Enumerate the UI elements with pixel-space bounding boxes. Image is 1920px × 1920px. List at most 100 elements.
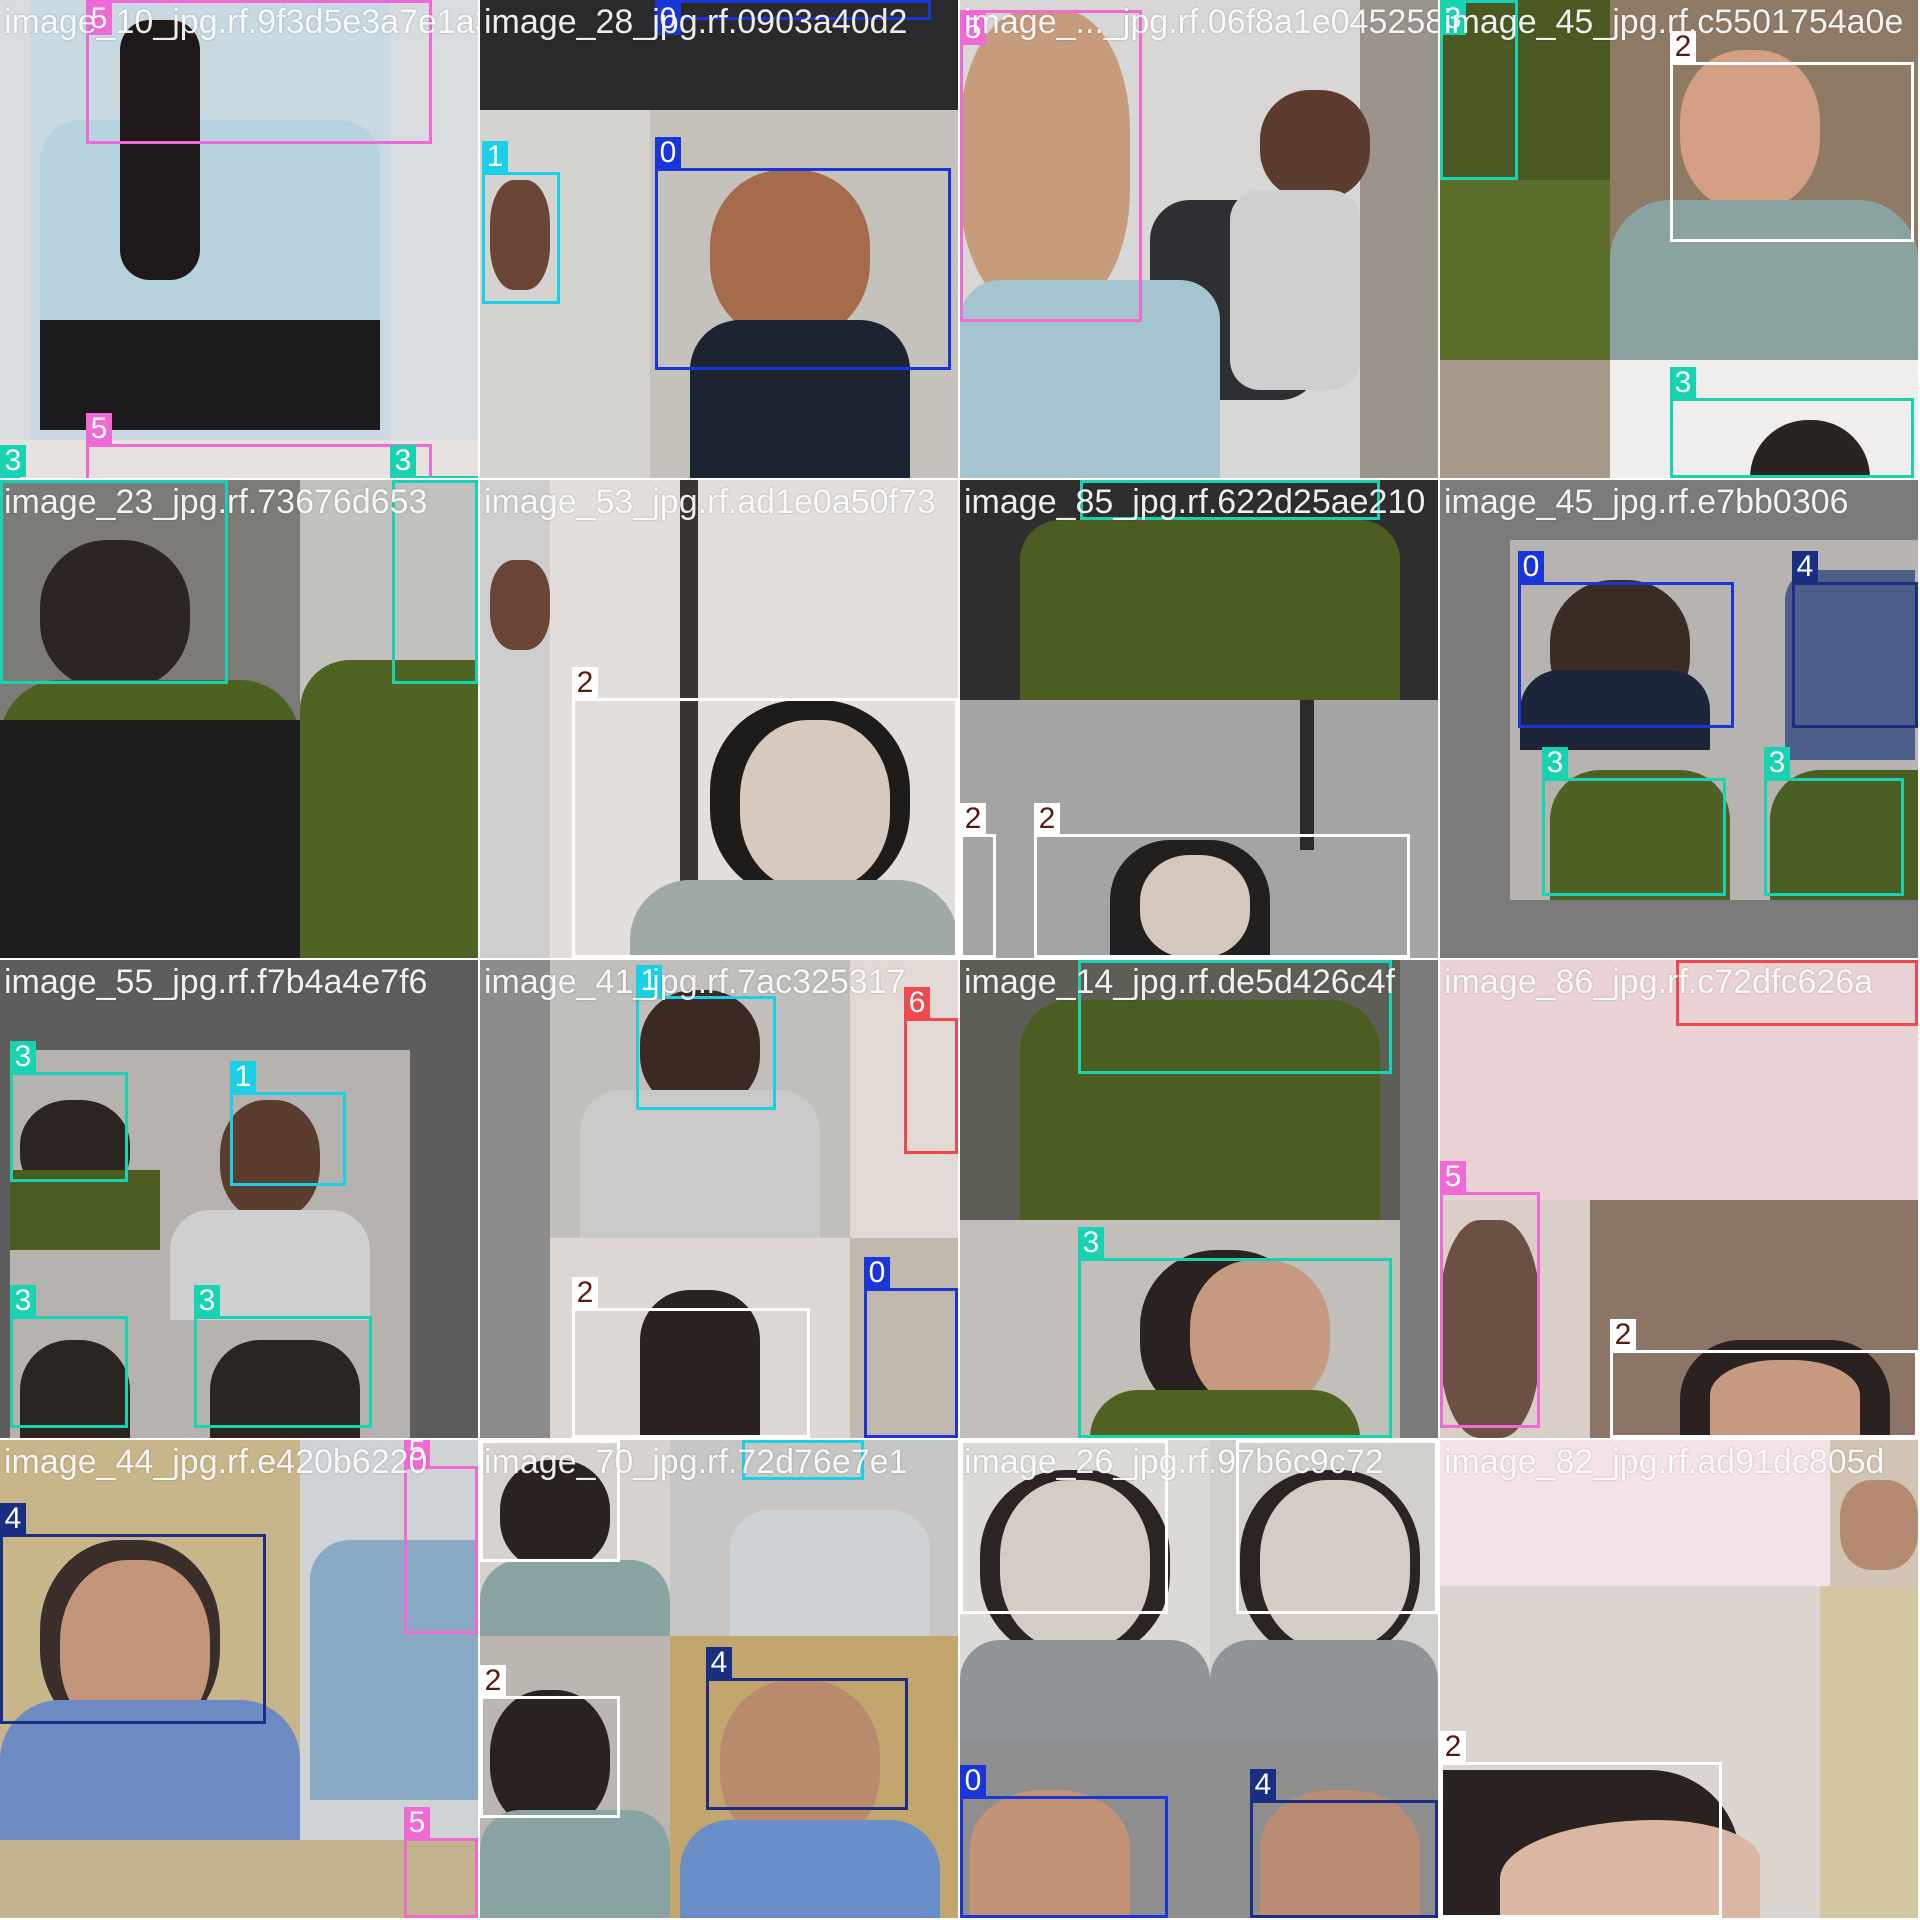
class-label: 3 <box>10 1041 36 1073</box>
class-label: 1 <box>230 1061 256 1093</box>
class-label: 2 <box>572 667 598 699</box>
class-label: 3 <box>0 445 26 477</box>
detection-box: 3 <box>194 1285 372 1428</box>
detection-box: 4 <box>0 1503 266 1724</box>
mosaic-tile: image_70_jpg.rf.72d76e7e1 2 1 2 4 <box>480 1440 958 1918</box>
detection-box: 1 <box>482 141 560 304</box>
class-label: 0 <box>960 1765 986 1797</box>
detection-box: 5 <box>404 1807 478 1918</box>
detection-box: 2 <box>1610 1319 1918 1438</box>
detection-box: 5 <box>86 413 432 478</box>
class-label: 0 <box>655 137 681 169</box>
detection-box: 3 <box>0 445 26 478</box>
detection-box: 3 <box>1542 747 1726 896</box>
class-label: 3 <box>0 480 26 481</box>
detection-box: 0 <box>864 1257 958 1438</box>
mosaic-tile: image_..._jpg.rf.06f8a1e0452584 5 <box>960 0 1438 478</box>
class-label: 2 <box>480 1665 506 1697</box>
class-label: 3 <box>392 480 418 481</box>
detection-box: 6 <box>904 987 958 1154</box>
mosaic-tile: image_55_jpg.rf.f7b4a4e7f6 3 1 3 3 <box>0 960 478 1438</box>
detection-box: 0 <box>960 1765 1168 1918</box>
tile-caption: image_55_jpg.rf.f7b4a4e7f6 <box>4 963 428 1001</box>
class-label: 3 <box>1542 747 1568 779</box>
detection-box: 5 <box>960 10 1142 322</box>
class-label: 2 <box>1236 1440 1262 1441</box>
mosaic-tile: image_10_jpg.rf.9f3d5e3a7e1a3d1f28 5 5 3… <box>0 0 478 478</box>
detection-box: 2 <box>960 803 996 958</box>
class-label: 6 <box>904 987 930 1019</box>
class-label: 5 <box>86 413 112 445</box>
tile-caption: image_45_jpg.rf.e7bb0306 <box>1444 483 1849 521</box>
mosaic-tile: image_23_jpg.rf.73676d653 3 3 <box>0 480 478 958</box>
class-label: 2 <box>1440 1731 1466 1763</box>
class-label: 0 <box>1518 551 1544 583</box>
tile-caption: image_45_jpg.rf.c5501754a0e <box>1444 3 1904 41</box>
detection-box: 1 <box>230 1061 346 1186</box>
detection-box: 3 <box>10 1041 128 1182</box>
tile-caption: image_86_jpg.rf.c72dfc626a <box>1444 963 1874 1001</box>
detection-box: 3 <box>1670 367 1914 478</box>
detection-box: 2 <box>480 1665 620 1818</box>
class-label: 3 <box>194 1285 220 1317</box>
tile-caption: image_44_jpg.rf.e420b6220 <box>4 1443 428 1481</box>
tile-caption: image_70_jpg.rf.72d76e7e1 <box>484 1443 908 1481</box>
tile-caption: image_53_jpg.rf.ad1e0a50f73 <box>484 483 936 521</box>
class-label: 1 <box>482 141 508 173</box>
class-label: 3 <box>1670 367 1696 399</box>
class-label: 6 <box>1676 960 1702 961</box>
class-label: 3 <box>1764 747 1790 779</box>
class-label: 3 <box>1078 960 1104 961</box>
detection-box: 3 <box>390 445 478 478</box>
detection-box: 4 <box>1250 1769 1438 1918</box>
detection-box: 2 <box>1034 803 1410 958</box>
mosaic-tile: image_45_jpg.rf.e7bb0306 0 4 3 3 <box>1440 480 1918 958</box>
detection-box: 0 <box>655 137 951 370</box>
mosaic-tile: image_41_jpg.rf.7ac325317 1 6 2 0 <box>480 960 958 1438</box>
class-label: 5 <box>404 1807 430 1839</box>
class-label: 2 <box>480 1440 506 1441</box>
tile-caption: image_82_jpg.rf.ad91dc805d <box>1444 1443 1885 1481</box>
mosaic-tile: image_26_jpg.rf.97b6c9c72 2 2 0 4 <box>960 1440 1438 1918</box>
mosaic-tile: image_45_jpg.rf.c5501754a0e 3 2 3 <box>1440 0 1918 478</box>
class-label: 3 <box>10 1285 36 1317</box>
tile-caption: image_23_jpg.rf.73676d653 <box>4 483 428 521</box>
detection-box: 2 <box>572 1277 810 1438</box>
detection-box: 3 <box>10 1285 128 1428</box>
detection-box: 4 <box>1792 551 1918 728</box>
class-label: 0 <box>864 1257 890 1289</box>
detection-box: 2 <box>572 667 958 958</box>
class-label: 3 <box>390 445 416 477</box>
class-label: 4 <box>1250 1769 1276 1801</box>
mosaic-tile: image_85_jpg.rf.622d25ae210 3 2 2 <box>960 480 1438 958</box>
tile-caption: image_14_jpg.rf.de5d426c4f <box>964 963 1395 1001</box>
detection-box: 3 <box>1764 747 1904 896</box>
mosaic-tile: image_82_jpg.rf.ad91dc805d 2 <box>1440 1440 1918 1918</box>
detection-box: 5 <box>1440 1161 1540 1428</box>
detection-box: 2 <box>1670 31 1914 242</box>
class-label: 3 <box>1078 1227 1104 1259</box>
class-label: 4 <box>1792 551 1818 583</box>
mosaic-tile: image_44_jpg.rf.e420b6220 5 4 5 2 <box>0 1440 478 1918</box>
tile-caption: image_10_jpg.rf.9f3d5e3a7e1a3d1f28 <box>4 3 478 41</box>
detection-box: 2 <box>1440 1731 1722 1918</box>
class-label: 3 <box>1080 480 1106 481</box>
class-label: 5 <box>1440 1161 1466 1193</box>
mosaic-grid: image_10_jpg.rf.9f3d5e3a7e1a3d1f28 5 5 3… <box>0 0 1920 1920</box>
class-label: 1 <box>742 1440 768 1441</box>
class-label: 2 <box>572 1277 598 1309</box>
class-label: 2 <box>1034 803 1060 835</box>
class-label: 2 <box>960 803 986 835</box>
class-label: 4 <box>706 1647 732 1679</box>
detection-box: 5 <box>404 1440 478 1634</box>
tile-caption: image_..._jpg.rf.06f8a1e0452584 <box>964 3 1438 41</box>
class-label: 2 <box>960 1440 986 1441</box>
class-label: 4 <box>0 1503 26 1535</box>
tile-caption: image_28_jpg.rf.0903a40d2 <box>484 3 908 41</box>
detection-box: 1 <box>636 965 776 1110</box>
detection-box: 3 <box>1078 1227 1392 1438</box>
mosaic-tile: image_53_jpg.rf.ad1e0a50f73 2 <box>480 480 958 958</box>
detection-box: 4 <box>706 1647 908 1810</box>
detection-box: 0 <box>1518 551 1734 728</box>
tile-caption: image_41_jpg.rf.7ac325317 <box>484 963 906 1001</box>
